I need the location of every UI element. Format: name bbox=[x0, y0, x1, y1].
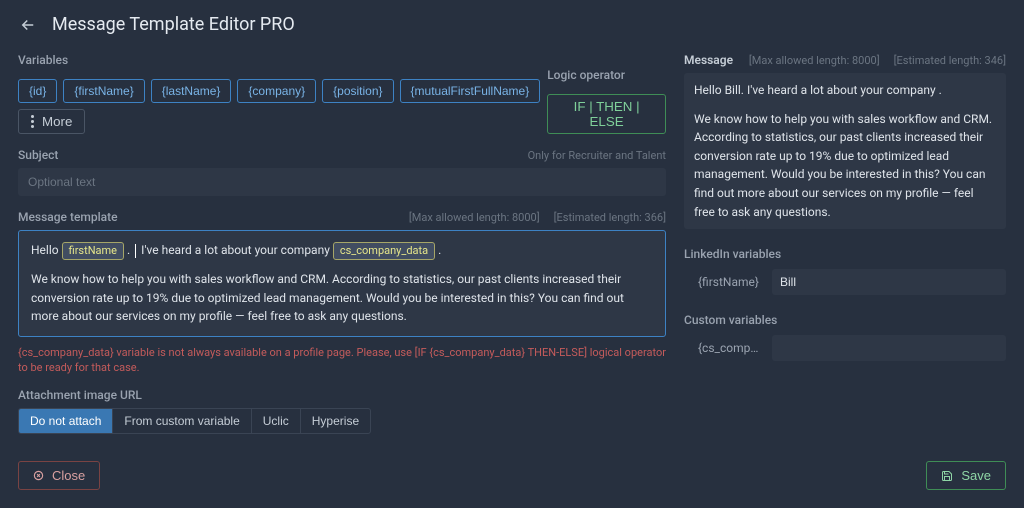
close-button[interactable]: Close bbox=[18, 461, 100, 490]
template-var-firstname[interactable]: firstName bbox=[62, 242, 124, 260]
attachment-option[interactable]: Uclic bbox=[251, 409, 300, 433]
attachment-options: Do not attachFrom custom variableUclicHy… bbox=[18, 408, 371, 434]
custom-vars-label: Custom variables bbox=[684, 313, 1006, 327]
template-label: Message template bbox=[18, 210, 118, 224]
template-max-length: [Max allowed length: 8000] bbox=[409, 211, 540, 224]
subject-hint: Only for Recruiter and Talent bbox=[528, 149, 666, 162]
preview-label: Message bbox=[684, 53, 733, 67]
variable-chip[interactable]: {position} bbox=[322, 79, 393, 103]
variable-chip[interactable]: {company} bbox=[237, 79, 316, 103]
variable-chip[interactable]: {lastName} bbox=[151, 79, 232, 103]
variable-chip[interactable]: {id} bbox=[18, 79, 57, 103]
custom-var-name: {cs_company_... bbox=[684, 341, 762, 355]
template-est-length: [Estimated length: 366] bbox=[554, 211, 666, 224]
custom-var-input[interactable] bbox=[772, 335, 1006, 361]
subject-input[interactable] bbox=[18, 168, 666, 196]
attachment-option[interactable]: Do not attach bbox=[19, 409, 112, 433]
attachment-label: Attachment image URL bbox=[18, 388, 666, 402]
linkedin-var-name: {firstName} bbox=[684, 275, 762, 289]
attachment-option[interactable]: From custom variable bbox=[112, 409, 250, 433]
save-icon bbox=[941, 470, 953, 482]
preview-max-length: [Max allowed length: 8000] bbox=[749, 54, 880, 67]
template-var-company[interactable]: cs_company_data bbox=[333, 242, 435, 260]
message-preview: Hello Bill. I've heard a lot about your … bbox=[684, 73, 1006, 229]
preview-est-length: [Estimated length: 346] bbox=[894, 54, 1006, 67]
save-button[interactable]: Save bbox=[926, 461, 1006, 490]
variables-label: Variables bbox=[18, 53, 68, 67]
template-body: We know how to help you with sales workf… bbox=[31, 270, 653, 326]
more-icon bbox=[31, 115, 34, 128]
linkedin-var-input[interactable] bbox=[772, 269, 1006, 295]
page-title: Message Template Editor PRO bbox=[52, 14, 295, 35]
subject-label: Subject bbox=[18, 148, 58, 162]
logic-label: Logic operator bbox=[547, 68, 625, 82]
variable-chip[interactable]: {mutualFirstFullName} bbox=[400, 79, 541, 103]
close-icon bbox=[33, 470, 44, 481]
linkedin-vars-label: LinkedIn variables bbox=[684, 247, 1006, 261]
template-warning: {cs_company_data} variable is not always… bbox=[18, 345, 666, 376]
text-caret bbox=[135, 244, 136, 258]
back-arrow-icon[interactable] bbox=[18, 15, 38, 35]
more-variables-button[interactable]: More bbox=[18, 109, 85, 134]
attachment-option[interactable]: Hyperise bbox=[300, 409, 370, 433]
template-editor[interactable]: Hello firstName . I've heard a lot about… bbox=[18, 230, 666, 337]
logic-operator-button[interactable]: IF | THEN | ELSE bbox=[547, 94, 666, 134]
variable-chip[interactable]: {firstName} bbox=[63, 79, 144, 103]
